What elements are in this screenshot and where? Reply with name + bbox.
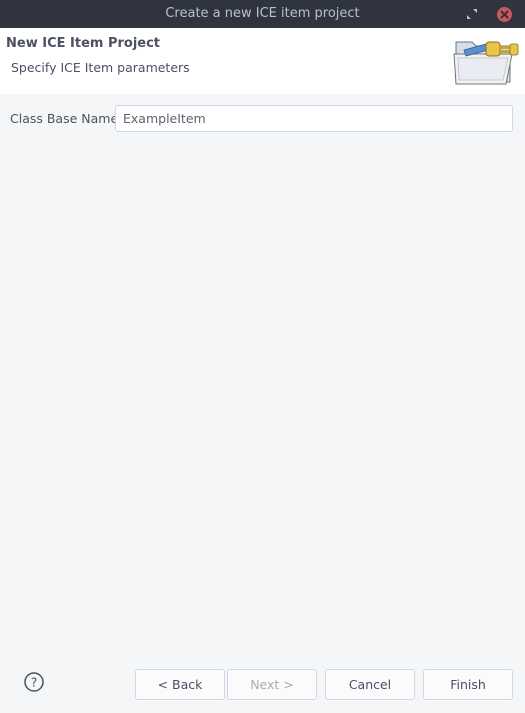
folder-plug-icon — [453, 41, 519, 85]
page-title: New ICE Item Project — [6, 36, 161, 51]
class-base-name-input[interactable] — [115, 105, 513, 132]
class-base-name-row: Class Base Name — [0, 105, 525, 133]
title-bar: Create a new ICE item project — [0, 0, 525, 28]
wizard-header: New ICE Item Project Specify ICE Item pa… — [0, 28, 525, 94]
svg-text:?: ? — [31, 676, 37, 690]
back-button[interactable]: < Back — [135, 669, 225, 700]
cancel-button[interactable]: Cancel — [325, 669, 415, 700]
help-icon[interactable]: ? — [24, 672, 44, 692]
window-title: Create a new ICE item project — [165, 6, 360, 21]
page-subtitle: Specify ICE Item parameters — [11, 60, 190, 75]
wizard-window: Create a new ICE item project New ICE It… — [0, 0, 525, 713]
close-button[interactable] — [497, 7, 512, 22]
wizard-footer: ? < Back Next > Cancel Finish — [0, 668, 525, 700]
close-icon — [500, 10, 509, 19]
restore-icon[interactable] — [466, 8, 478, 20]
finish-button[interactable]: Finish — [423, 669, 513, 700]
next-button[interactable]: Next > — [227, 669, 317, 700]
class-base-name-label: Class Base Name — [10, 111, 119, 126]
